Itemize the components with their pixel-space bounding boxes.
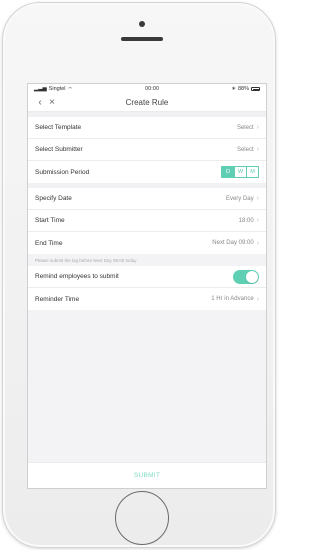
chevron-left-icon[interactable]: ‹: [34, 97, 46, 108]
carrier-name: Singtel: [48, 86, 66, 92]
chevron-right-icon: ›: [256, 217, 259, 224]
remind-employees-row: Remind employees to submit: [28, 266, 266, 288]
remind-toggle[interactable]: [233, 269, 259, 284]
battery-icon: [251, 87, 260, 91]
toggle-knob: [246, 270, 258, 283]
chevron-right-icon: ›: [256, 239, 259, 247]
start-time-row[interactable]: Start Time 18:00 ›: [28, 210, 266, 232]
chevron-right-icon: ›: [256, 195, 259, 202]
select-submitter-row[interactable]: Select Submitter Select ›: [28, 139, 266, 161]
period-segmented-control: D W M: [221, 166, 259, 178]
bluetooth-icon: ∗: [231, 86, 236, 92]
speaker-grille: [121, 37, 163, 41]
row-value: Every Day: [225, 195, 254, 202]
row-label: Specify Date: [35, 195, 72, 202]
reminder-time-row[interactable]: Reminder Time 1 Hr in Advance ›: [28, 288, 266, 310]
row-value: Select: [236, 146, 254, 153]
end-time-row[interactable]: End Time Next Day 09:00 ›: [28, 232, 266, 254]
signal-icon: ▂▃▅: [34, 86, 47, 92]
app-screen: ▂▃▅ Singtel ⌔ 00:00 ∗ 88% ‹ × Create Rul…: [27, 83, 267, 489]
row-label: Remind employees to submit: [35, 273, 119, 280]
schedule-group: Specify Date Every Day › Start Time 18:0…: [28, 188, 266, 254]
status-time: 00:00: [145, 86, 159, 92]
navigation-bar: ‹ × Create Rule: [28, 94, 266, 112]
row-label: Submission Period: [35, 168, 90, 176]
row-value: Next Day 09:00: [212, 240, 254, 246]
row-value: Select: [236, 124, 254, 131]
camera-icon: [139, 21, 145, 27]
row-label: Select Submitter: [35, 146, 83, 153]
phone-frame: ▂▃▅ Singtel ⌔ 00:00 ∗ 88% ‹ × Create Rul…: [2, 2, 276, 548]
battery-percent: 88%: [237, 86, 249, 92]
row-value: 18:00: [238, 217, 254, 224]
status-bar: ▂▃▅ Singtel ⌔ 00:00 ∗ 88%: [28, 84, 266, 94]
select-template-row[interactable]: Select Template Select ›: [28, 117, 266, 139]
period-option-month[interactable]: M: [246, 167, 258, 177]
specify-date-row[interactable]: Specify Date Every Day ›: [28, 188, 266, 210]
close-icon[interactable]: ×: [46, 97, 58, 108]
chevron-right-icon: ›: [256, 146, 259, 153]
chevron-right-icon: ›: [256, 295, 259, 303]
wifi-icon: ⌔: [67, 86, 73, 93]
period-option-day[interactable]: D: [222, 167, 234, 177]
submit-label: SUBMIT: [133, 472, 161, 479]
row-label: Select Template: [35, 124, 82, 131]
reminder-group: Remind employees to submit Reminder Time…: [28, 266, 266, 310]
row-label: End Time: [35, 239, 63, 247]
row-value: 1 Hr in Advance: [211, 296, 254, 302]
end-time-hint: Please submit the log before Next Day 09…: [28, 254, 266, 266]
row-label: Reminder Time: [35, 295, 80, 303]
chevron-right-icon: ›: [256, 124, 259, 131]
template-group: Select Template Select › Select Submitte…: [28, 117, 266, 183]
period-option-week[interactable]: W: [234, 167, 246, 177]
home-button[interactable]: [115, 491, 169, 545]
page-title: Create Rule: [125, 98, 169, 107]
submit-button[interactable]: SUBMIT: [28, 462, 266, 488]
row-label: Start Time: [35, 217, 65, 224]
submission-period-row: Submission Period D W M: [28, 161, 266, 183]
